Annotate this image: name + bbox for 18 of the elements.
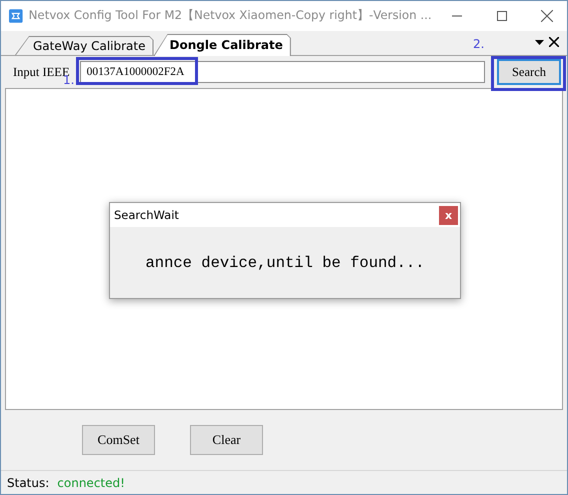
annotation-label: 2. bbox=[473, 37, 484, 51]
dialog-close-button[interactable]: x bbox=[439, 206, 458, 224]
status-label: Status: bbox=[7, 476, 50, 490]
dialog-message: annce device,until be found... bbox=[145, 254, 425, 272]
dialog-title: SearchWait bbox=[114, 208, 180, 222]
tab[interactable]: GateWay Calibrate bbox=[15, 36, 154, 55]
status-value: connected! bbox=[57, 476, 125, 490]
dropdown-icon[interactable] bbox=[535, 40, 544, 44]
window-title: Netvox Config Tool For M2【Netvox Xiaomen-Copy right】-Version ... bbox=[28, 8, 432, 24]
search-button[interactable]: Search bbox=[497, 59, 561, 85]
action-button[interactable]: ComSet bbox=[82, 425, 155, 455]
tab[interactable]: Dongle Calibrate bbox=[154, 34, 291, 56]
close-icon[interactable] bbox=[541, 10, 554, 22]
maximize-icon[interactable] bbox=[497, 11, 508, 21]
ieee-input[interactable]: 00137A1000002F2A bbox=[80, 61, 485, 83]
action-button[interactable]: Clear bbox=[190, 425, 263, 455]
app-icon bbox=[9, 8, 23, 24]
close-icon[interactable] bbox=[549, 37, 559, 47]
